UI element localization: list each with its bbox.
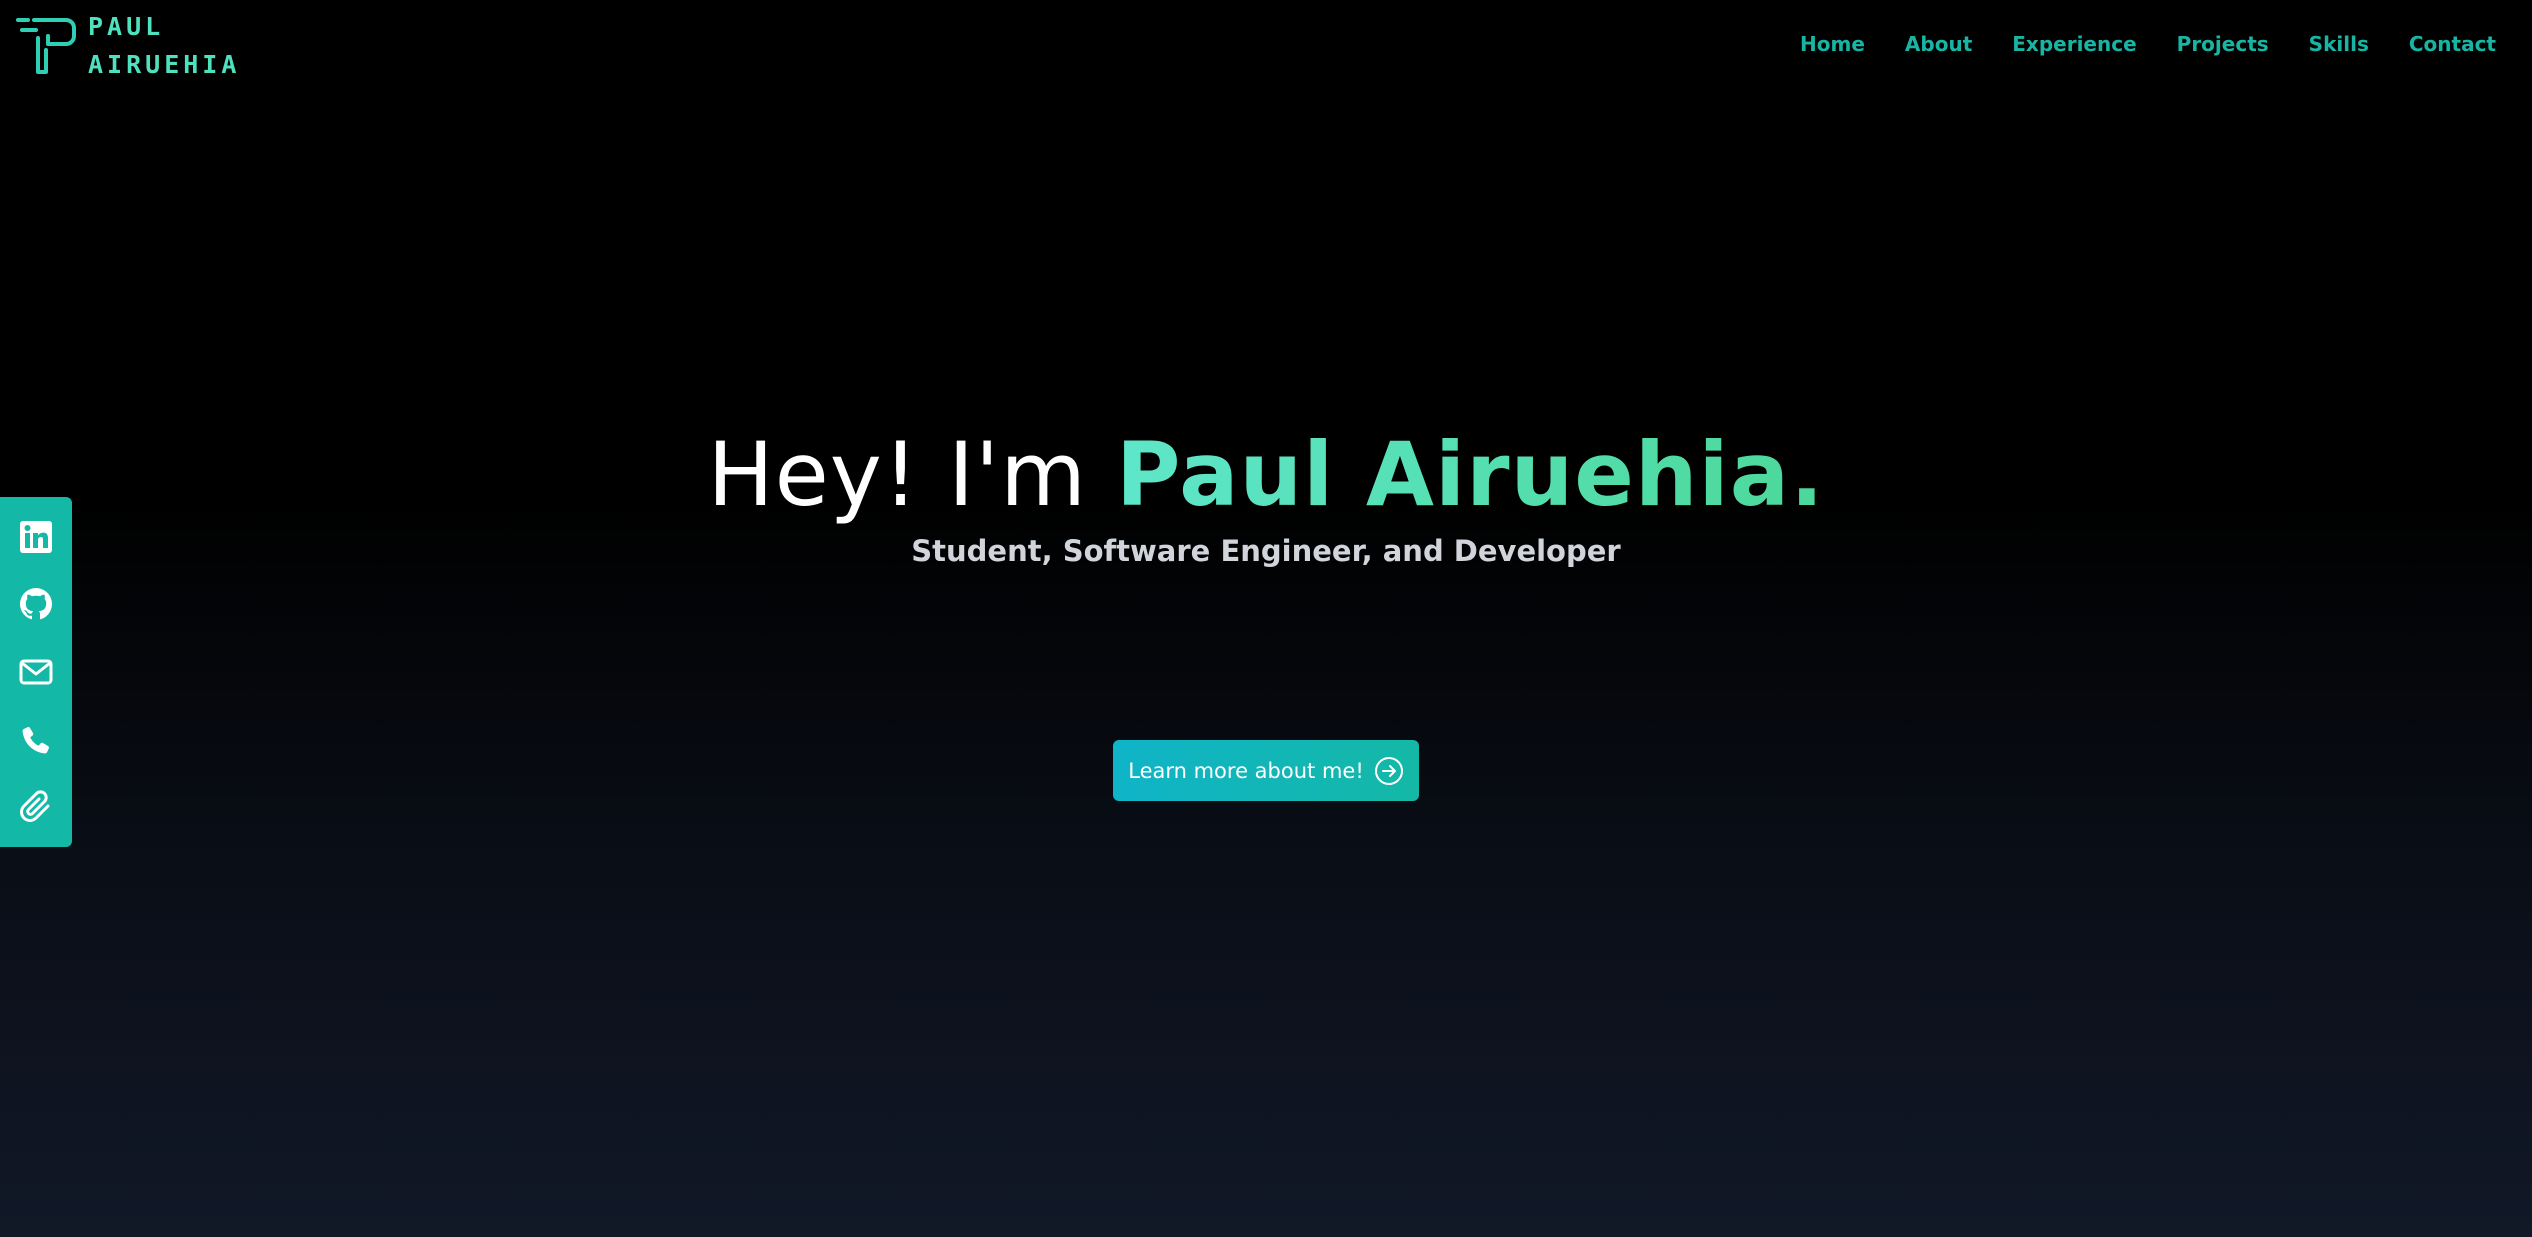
brand-last-name: AIRUEHIA [88, 50, 241, 79]
paperclip-icon [20, 790, 50, 823]
nav-home[interactable]: Home [1800, 32, 1865, 56]
social-resume[interactable] [16, 787, 56, 827]
logo-icon [16, 18, 76, 74]
learn-more-button[interactable]: Learn more about me! [1113, 740, 1419, 801]
arrow-right-circle-icon [1374, 756, 1403, 785]
social-phone[interactable] [16, 720, 56, 760]
social-github[interactable] [16, 584, 56, 624]
nav-projects[interactable]: Projects [2177, 32, 2269, 56]
brand-first-name: PAUL [88, 12, 165, 41]
phone-icon [22, 726, 49, 753]
hero-section: Hey! I'm Paul Airuehia. Student, Softwar… [0, 420, 2532, 568]
nav-contact[interactable]: Contact [2409, 32, 2496, 56]
main-nav: Home About Experience Projects Skills Co… [1800, 32, 2496, 56]
social-email[interactable] [16, 652, 56, 692]
hero-title: Hey! I'm Paul Airuehia. [0, 420, 2532, 530]
site-logo[interactable]: PAUL AIRUEHIA [16, 12, 240, 84]
nav-skills[interactable]: Skills [2309, 32, 2369, 56]
learn-more-label: Learn more about me! [1128, 758, 1364, 783]
brand-name: PAUL AIRUEHIA [88, 8, 240, 84]
mail-icon [19, 659, 53, 685]
linkedin-icon [20, 520, 52, 553]
site-header: PAUL AIRUEHIA Home About Experience Proj… [0, 0, 2532, 100]
hero-subtitle: Student, Software Engineer, and Develope… [911, 534, 1621, 568]
nav-experience[interactable]: Experience [2012, 32, 2136, 56]
hero-name: Paul Airuehia. [1115, 423, 1825, 526]
hero-greeting: Hey! I'm [707, 423, 1116, 526]
nav-about[interactable]: About [1905, 32, 1972, 56]
social-sidebar [0, 497, 72, 847]
github-icon [19, 588, 53, 620]
social-linkedin[interactable] [16, 517, 56, 557]
